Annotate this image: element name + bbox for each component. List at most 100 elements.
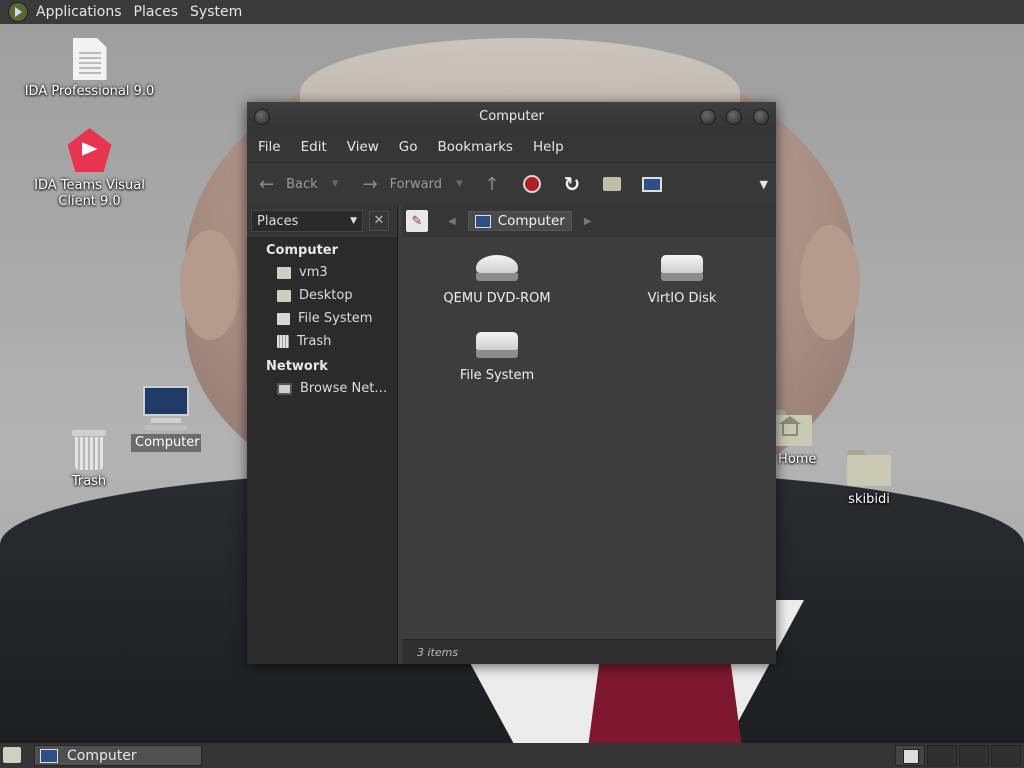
wallpaper-portrait-ear [180, 230, 240, 340]
sidebar-item-trash[interactable]: Trash [247, 330, 397, 353]
file-item-label: VirtIO Disk [647, 291, 717, 306]
folder-icon [847, 450, 891, 486]
places-combo-label: Places [257, 213, 299, 229]
menu-places[interactable]: Places [128, 4, 185, 20]
show-desktop-icon[interactable] [3, 747, 21, 763]
window-titlebar[interactable]: Computer [247, 102, 776, 132]
desktop-icon-ida-teams[interactable]: IDA Teams Visual Client 9.0 [22, 128, 157, 210]
arrow-up-icon: ↑ [484, 173, 500, 195]
chevron-down-icon: ▼ [350, 216, 357, 226]
desktop-icon-label: Computer [131, 434, 201, 452]
hard-disk-icon [476, 332, 518, 358]
sidebar-item-label: Desktop [299, 288, 353, 303]
menubar: File Edit View Go Bookmarks Help [247, 132, 776, 162]
bottom-panel: Computer [0, 743, 1024, 768]
arrow-right-icon: → [362, 173, 378, 195]
places-combo[interactable]: Places ▼ [251, 210, 363, 232]
location-bar: ✎ ◀ Computer ▶ [402, 205, 776, 237]
sidebar-section-computer: Computer [266, 243, 339, 258]
home-folder-icon [277, 266, 291, 279]
hard-disk-icon [661, 255, 703, 281]
menu-applications[interactable]: Applications [30, 4, 128, 20]
forward-button[interactable]: → Forward ▼ [363, 174, 463, 195]
menu-view[interactable]: View [336, 139, 388, 155]
file-item-label: File System [459, 368, 535, 383]
menu-system[interactable]: System [184, 4, 248, 20]
file-view: ✎ ◀ Computer ▶ QEMU DVD-ROM VirtIO Disk … [402, 205, 776, 664]
trash-icon [72, 430, 106, 470]
applications-logo-icon[interactable] [8, 2, 28, 22]
sidebar-item-browse-network[interactable]: Browse Net… [247, 377, 397, 400]
network-icon [277, 382, 292, 395]
workspace-2[interactable] [927, 745, 957, 766]
window-title: Computer [479, 109, 544, 124]
sidebar-item-label: Trash [297, 334, 332, 349]
menu-edit[interactable]: Edit [290, 139, 336, 155]
desktop-icon-skibidi[interactable]: skibidi [830, 450, 908, 508]
menu-file[interactable]: File [247, 139, 290, 155]
pencil-icon: ✎ [411, 213, 423, 229]
minimize-button[interactable] [700, 109, 716, 125]
desktop-icon-trash[interactable]: Trash [54, 430, 124, 490]
arrow-left-icon: ← [259, 173, 275, 195]
file-manager-window: Computer File Edit View Go Bookmarks Hel… [247, 102, 776, 664]
workspace-4[interactable] [991, 745, 1021, 766]
back-button[interactable]: ← Back ▼ [259, 174, 339, 195]
breadcrumb-label: Computer [497, 213, 565, 229]
toolbar-overflow-icon[interactable]: ▼ [760, 178, 768, 191]
menu-bookmarks[interactable]: Bookmarks [427, 139, 522, 155]
computer-button[interactable] [641, 173, 663, 195]
taskbar-button-label: Computer [67, 747, 137, 764]
window-content: Places ▼ ✕ Computer vm3 Desktop File Sys… [247, 205, 776, 664]
sidebar-item-desktop[interactable]: Desktop [247, 284, 397, 307]
reload-button[interactable]: ↻ [561, 172, 583, 196]
back-label: Back [286, 176, 318, 192]
workspace-3[interactable] [959, 745, 989, 766]
desktop-folder-icon [277, 289, 291, 302]
optical-drive-icon [476, 255, 518, 281]
sidebar-item-file-system[interactable]: File System [247, 307, 397, 330]
breadcrumb-computer[interactable]: Computer [467, 211, 572, 231]
scroll-left-icon[interactable]: ◀ [448, 216, 456, 227]
sidebar-item-vm3[interactable]: vm3 [247, 261, 397, 284]
trash-icon [277, 335, 289, 348]
document-icon [72, 38, 107, 80]
file-item-virtio-disk[interactable]: VirtIO Disk [607, 255, 757, 306]
taskbar-button-computer[interactable]: Computer [34, 745, 202, 766]
maximize-button[interactable] [726, 109, 742, 125]
computer-icon [40, 748, 58, 763]
desktop-icon-label: IDA Teams Visual [34, 178, 145, 193]
computer-icon [141, 386, 191, 432]
menu-go[interactable]: Go [388, 139, 427, 155]
sidebar-header: Places ▼ ✕ [247, 205, 397, 237]
window-menu-button[interactable] [254, 109, 270, 125]
chevron-down-icon: ▼ [331, 179, 339, 189]
desktop-icon-label: Trash [71, 474, 107, 489]
wallpaper-portrait-ear [800, 225, 860, 340]
top-panel: Applications Places System [0, 0, 1024, 24]
desktop-icon-ida-professional[interactable]: IDA Professional 9.0 [22, 38, 157, 100]
home-button[interactable] [601, 173, 623, 195]
file-item-file-system[interactable]: File System [422, 332, 572, 383]
chevron-down-icon: ▼ [455, 179, 463, 189]
reload-icon: ↻ [563, 172, 581, 196]
desktop-icon-label: IDA Professional 9.0 [24, 84, 155, 99]
file-item-qemu-dvd-rom[interactable]: QEMU DVD-ROM [422, 255, 572, 306]
desktop-icon-label: Client 9.0 [58, 194, 121, 209]
toolbar: ← Back ▼ → Forward ▼ ↑ ↻ ▼ [247, 162, 776, 205]
stop-button[interactable] [521, 173, 543, 195]
close-button[interactable] [753, 109, 769, 125]
menu-help[interactable]: Help [522, 139, 573, 155]
desktop-icon-computer[interactable]: Computer [131, 386, 201, 452]
sidebar-close-button[interactable]: ✕ [369, 211, 389, 231]
sidebar-section-network: Network [266, 359, 328, 374]
edit-location-button[interactable]: ✎ [406, 210, 428, 232]
computer-icon [474, 214, 491, 228]
ida-teams-icon [67, 128, 112, 172]
computer-icon [641, 176, 662, 192]
scroll-right-icon[interactable]: ▶ [584, 216, 592, 227]
home-folder-icon [602, 177, 621, 191]
workspace-1[interactable] [895, 745, 925, 766]
desktop-icon-label: skibidi [848, 492, 890, 507]
up-button[interactable]: ↑ [481, 173, 503, 195]
